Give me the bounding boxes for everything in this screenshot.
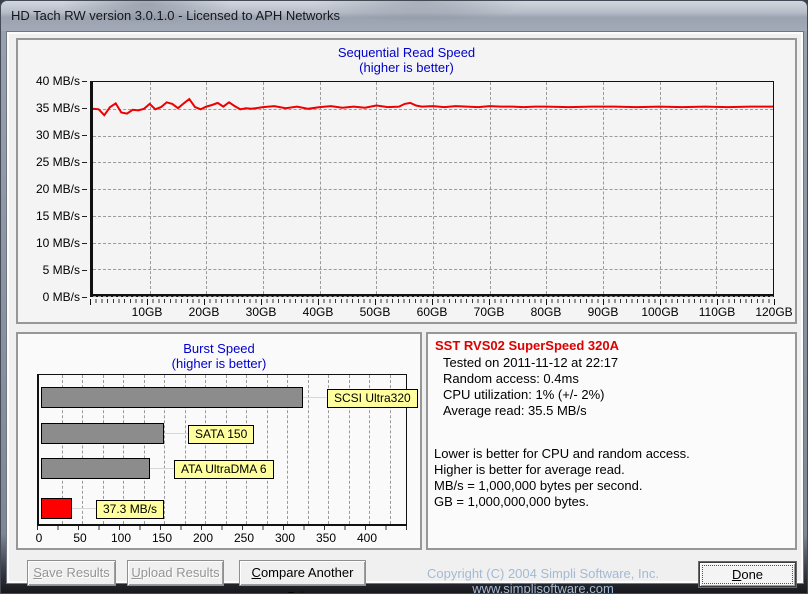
bar-label-connector xyxy=(164,433,188,434)
burst-x-tick-label: 50 xyxy=(73,531,87,545)
gridline xyxy=(93,296,773,297)
done-button-accel: D xyxy=(731,567,742,582)
save-button-label: ave Results xyxy=(41,565,110,580)
sequential-chart-subtitle: (higher is better) xyxy=(359,60,454,75)
sequential-chart-title: Sequential Read Speed xyxy=(337,45,476,60)
x-tick-label: 60GB xyxy=(416,305,448,319)
burst-x-tick-label: 0 xyxy=(35,531,43,545)
compare-another-drive-button[interactable]: Compare Another Drive xyxy=(239,560,366,593)
bar-label: ATA UltraDMA 6 xyxy=(174,460,274,479)
done-button[interactable]: Done xyxy=(699,562,796,587)
burst-chart-title: Burst Speed xyxy=(183,341,255,356)
bar-label-connector xyxy=(303,397,327,398)
burst-chart-subtitle: (higher is better) xyxy=(171,356,267,371)
save-results-button[interactable]: Save Results xyxy=(27,560,116,586)
sequential-read-panel: Sequential Read Speed (higher is better)… xyxy=(16,38,797,324)
bar-label: SCSI Ultra320 xyxy=(327,389,418,408)
y-tick-label: 25 MB/s xyxy=(35,155,80,169)
upload-button-accel: U xyxy=(131,565,141,580)
y-tick-label: 15 MB/s xyxy=(35,209,80,223)
burst-x-axis-ticks xyxy=(37,526,407,530)
x-tick-label: 40GB xyxy=(302,305,334,319)
burst-bar xyxy=(41,458,150,479)
bar-label-connector xyxy=(150,468,174,469)
burst-x-tick-label: 250 xyxy=(233,531,255,545)
drive-stat-line: Random access: 0.4ms xyxy=(443,371,579,386)
burst-speed-plot: SCSI Ultra320 SATA 150 ATA UltraDMA 6 37.3 … xyxy=(37,374,418,526)
info-note-line: Lower is better for CPU and random acces… xyxy=(434,446,690,461)
burst-speed-panel: Burst Speed (higher is better) SCSI Ultr… xyxy=(16,332,422,550)
x-tick-label: 20GB xyxy=(188,305,220,319)
sequential-read-plot xyxy=(90,81,774,297)
bar-label-connector xyxy=(72,508,96,509)
app-window: HD Tach RW version 3.0.1.0 - Licensed to… xyxy=(0,0,808,594)
x-tick-label: 100GB xyxy=(641,305,679,319)
burst-x-tick-label: 150 xyxy=(151,531,173,545)
y-tick-label: 30 MB/s xyxy=(35,128,80,142)
x-tick-label: 110GB xyxy=(698,305,736,319)
info-note-line: Higher is better for average read. xyxy=(434,462,625,477)
upload-button-label: pload Results xyxy=(140,565,220,580)
x-tick-label: 10GB xyxy=(131,305,163,319)
y-tick-label: 0 MB/s xyxy=(42,290,80,304)
compare-button-accel: C xyxy=(251,565,261,580)
info-note-line: MB/s = 1,000,000 bytes per second. xyxy=(434,478,643,493)
drive-name: SST RVS02 SuperSpeed 320A xyxy=(435,338,620,353)
y-tick-label: 5 MB/s xyxy=(42,263,80,277)
done-button-label: one xyxy=(741,567,764,582)
x-tick-label: 70GB xyxy=(473,305,505,319)
title-bar[interactable]: HD Tach RW version 3.0.1.0 - Licensed to… xyxy=(1,1,807,31)
bar-label: SATA 150 xyxy=(188,425,255,444)
burst-x-tick-label: 100 xyxy=(110,531,132,545)
x-tick-label: 90GB xyxy=(587,305,619,319)
burst-x-tick-label: 400 xyxy=(356,531,378,545)
x-tick-label: 30GB xyxy=(245,305,277,319)
x-tick-label: 120GB xyxy=(755,305,793,319)
copyright-text: Copyright (C) 2004 Simpli Software, Inc.… xyxy=(427,566,659,594)
y-tick-label: 40 MB/s xyxy=(35,74,80,88)
x-tick-label: 50GB xyxy=(359,305,391,319)
y-axis-ticks xyxy=(82,81,87,298)
info-note-line: GB = 1,000,000,000 bytes. xyxy=(434,494,590,509)
burst-x-tick-label: 200 xyxy=(192,531,214,545)
burst-x-tick-label: 350 xyxy=(315,531,337,545)
y-tick-label: 35 MB/s xyxy=(35,101,80,115)
drive-stat-line: CPU utilization: 1% (+/- 2%) xyxy=(443,387,605,402)
bar-label: 37.3 MB/s xyxy=(96,500,165,519)
read-speed-line xyxy=(93,97,773,117)
y-tick-label: 10 MB/s xyxy=(35,236,80,250)
burst-bar xyxy=(41,423,164,444)
burst-bar xyxy=(41,387,303,408)
compare-button-label: ompare Another Drive xyxy=(260,565,354,593)
upload-results-button[interactable]: Upload Results xyxy=(127,560,224,586)
burst-bar xyxy=(41,498,72,519)
drive-stat-line: Average read: 35.5 MB/s xyxy=(443,403,587,418)
drive-stat-line: Tested on 2011-11-12 at 22:17 xyxy=(443,355,619,370)
save-button-accel: S xyxy=(33,565,42,580)
client-area: Sequential Read Speed (higher is better)… xyxy=(6,31,804,593)
window-title: HD Tach RW version 3.0.1.0 - Licensed to… xyxy=(11,8,340,23)
y-tick-label: 20 MB/s xyxy=(35,182,80,196)
x-tick-label: 80GB xyxy=(530,305,562,319)
burst-x-tick-label: 300 xyxy=(274,531,296,545)
drive-info-panel: SST RVS02 SuperSpeed 320A Tested on 2011… xyxy=(426,332,797,550)
